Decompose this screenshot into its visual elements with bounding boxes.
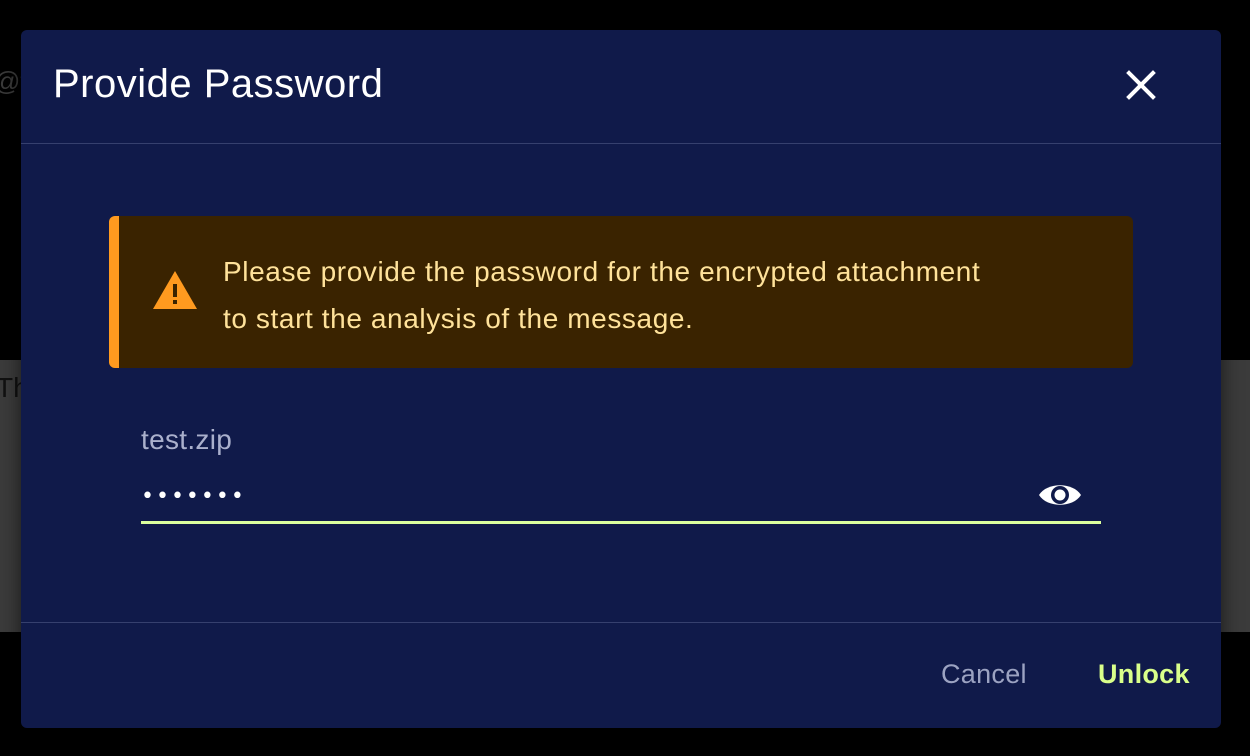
eye-icon [1037,485,1083,515]
alert-message: Please provide the password for the encr… [223,256,981,334]
unlock-button[interactable]: Unlock [1098,659,1190,690]
dialog-header: Provide Password [21,30,1221,144]
field-label: test.zip [141,424,233,455]
password-dialog: Provide Password Please provide the pass… [21,30,1221,728]
close-icon [1120,70,1162,109]
password-input[interactable] [141,474,1021,518]
close-button[interactable] [1120,64,1162,106]
field-underline [141,521,1101,524]
dialog-title: Provide Password [53,62,384,106]
warning-alert: Please provide the password for the encr… [109,216,1133,368]
alert-accent-bar [109,216,119,368]
password-field: test.zip [141,420,1101,526]
cancel-button[interactable]: Cancel [941,659,1027,690]
dialog-footer: Cancel Unlock [21,622,1221,728]
toggle-visibility-button[interactable] [1037,478,1083,512]
warning-icon [152,269,198,311]
